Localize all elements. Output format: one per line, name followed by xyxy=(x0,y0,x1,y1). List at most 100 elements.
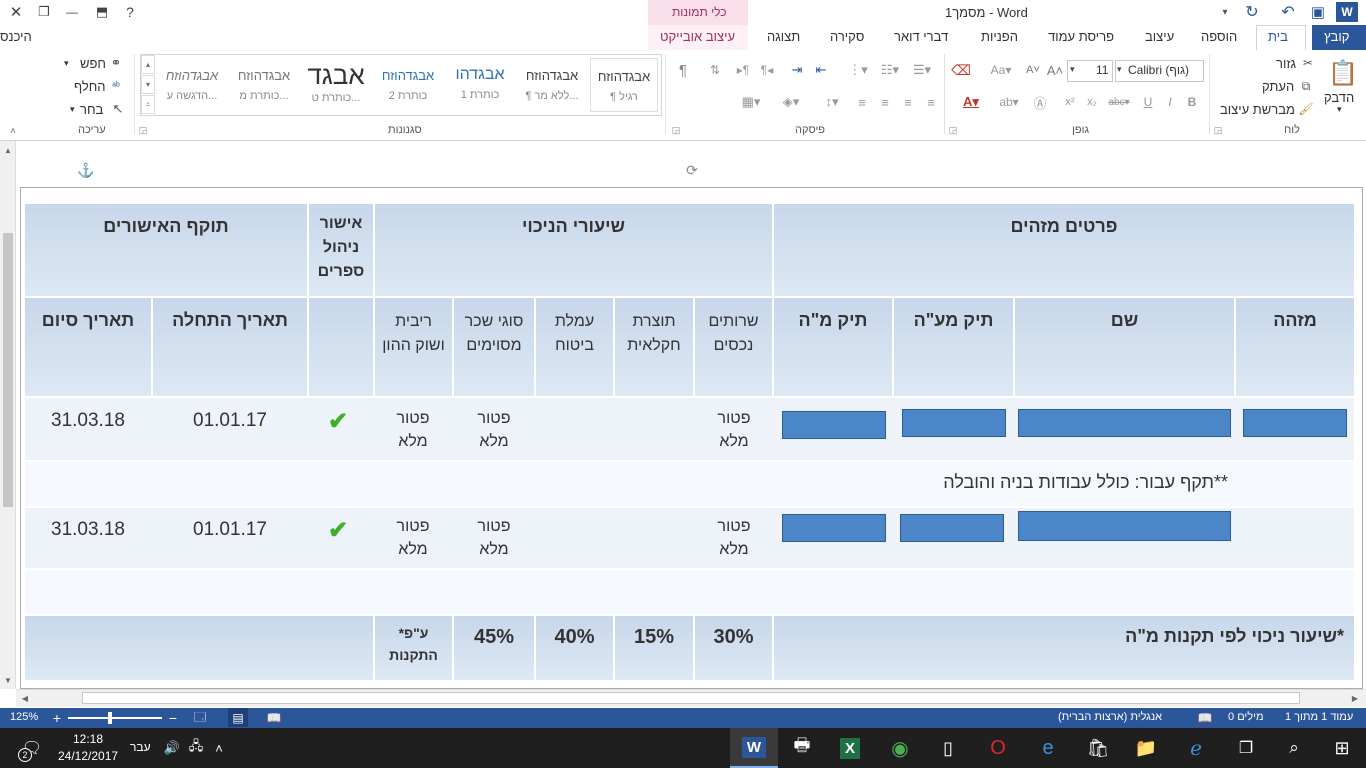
strikethrough-icon[interactable]: abc▾ xyxy=(1104,92,1134,112)
underline-icon[interactable]: U xyxy=(1140,92,1156,112)
tab-design[interactable]: עיצוב xyxy=(1145,29,1174,44)
task-view-icon[interactable]: ❐ xyxy=(1222,728,1270,768)
line-spacing-icon[interactable]: ↕▾ xyxy=(818,92,846,112)
align-center-icon[interactable]: ≡ xyxy=(899,92,917,112)
tab-picture-format[interactable]: עיצוב אובייקט xyxy=(660,29,735,44)
help-icon[interactable]: ? xyxy=(118,2,142,22)
paragraph-launcher-icon[interactable]: ◲ xyxy=(670,124,682,136)
input-language[interactable]: עבר xyxy=(130,740,151,754)
style-no-spacing[interactable]: אבגדהוזח ¶ ללא מר... xyxy=(518,58,586,112)
paste-button[interactable]: הדבק xyxy=(1324,90,1354,105)
grow-font-icon[interactable]: A˄ xyxy=(1046,60,1064,80)
clipboard-launcher-icon[interactable]: ◲ xyxy=(1212,124,1224,136)
tab-review[interactable]: סקירה xyxy=(830,29,864,44)
zoom-slider[interactable] xyxy=(68,717,162,719)
ribbon-display-icon[interactable]: ⬒ xyxy=(90,2,114,22)
windows-start-icon[interactable]: ⊞ xyxy=(1318,728,1366,768)
language-indicator[interactable]: אנגלית (ארצות הברית) xyxy=(1058,711,1162,723)
superscript-icon[interactable]: x² xyxy=(1062,92,1078,112)
search-icon[interactable]: ⌕ xyxy=(1270,728,1318,768)
style-heading2[interactable]: אבגדהוזח כותרת 2 xyxy=(374,58,442,112)
print-layout-icon[interactable]: ▤ xyxy=(228,708,248,727)
copy-button[interactable]: העתק xyxy=(1262,79,1294,94)
document-icon[interactable]: ▯ xyxy=(924,728,972,768)
word-count[interactable]: 0 מילים xyxy=(1228,711,1264,723)
select-arrow-icon[interactable]: ▾ xyxy=(70,104,75,115)
decrease-indent-icon[interactable]: ⇤ xyxy=(811,60,831,80)
paste-arrow-icon[interactable]: ▾ xyxy=(1337,104,1342,115)
styles-scroll-up-icon[interactable]: ▴ xyxy=(141,55,155,74)
style-normal[interactable]: אבגדהוזח ¶ רגיל xyxy=(590,58,658,112)
save-icon[interactable]: ▣ xyxy=(1308,2,1328,22)
rtl-icon[interactable]: ¶◂ xyxy=(757,60,777,80)
multilevel-list-icon[interactable]: ⋮▾ xyxy=(843,60,873,80)
edge-icon[interactable]: ℯ xyxy=(1172,728,1220,768)
justify-icon[interactable]: ≡ xyxy=(853,92,871,112)
rotate-handle-icon[interactable]: ⟳ xyxy=(684,161,700,179)
zoom-slider-thumb[interactable] xyxy=(108,712,112,724)
word-taskbar-icon[interactable]: W xyxy=(730,728,778,768)
clear-formatting-icon[interactable]: ⌫ xyxy=(950,60,972,80)
find-button[interactable]: חפש xyxy=(80,56,106,71)
highlight-icon[interactable]: ab▾ xyxy=(995,92,1023,112)
change-case-icon[interactable]: Aa▾ xyxy=(986,60,1016,80)
paste-icon[interactable]: 📋 xyxy=(1326,56,1360,90)
web-layout-icon[interactable]: 🗔 xyxy=(190,709,210,727)
read-mode-icon[interactable]: 📖 xyxy=(264,709,284,727)
printer-icon[interactable]: 🖶 xyxy=(778,728,826,768)
text-effects-icon[interactable]: Ⓐ xyxy=(1030,92,1050,112)
shrink-font-icon[interactable]: A˅ xyxy=(1024,60,1042,80)
zoom-level[interactable]: 125% xyxy=(10,711,38,723)
network-icon[interactable]: 🖧 xyxy=(186,728,206,768)
sign-in-link[interactable]: היכנס xyxy=(0,29,32,44)
restore-button[interactable]: ❐ xyxy=(32,2,56,22)
cut-button[interactable]: גזור xyxy=(1276,56,1296,71)
scroll-right-icon[interactable]: ▶ xyxy=(1348,691,1362,705)
subscript-icon[interactable]: x₂ xyxy=(1084,92,1100,112)
align-left-icon[interactable]: ≡ xyxy=(876,92,894,112)
shading-icon[interactable]: ◈▾ xyxy=(775,92,807,112)
borders-icon[interactable]: ▦▾ xyxy=(735,92,767,112)
ltr-icon[interactable]: ▸¶ xyxy=(733,60,753,80)
format-painter-button[interactable]: מברשת עיצוב xyxy=(1220,102,1295,117)
styles-more-icon[interactable]: ⩡ xyxy=(141,95,155,114)
select-button[interactable]: בחר xyxy=(80,102,103,117)
styles-scroll-down-icon[interactable]: ▾ xyxy=(141,75,155,94)
volume-icon[interactable]: 🔊 xyxy=(162,728,182,768)
document-area[interactable]: ▲ ▼ ⚓ ⟳ פרטים מזהים שיעורי הניכוי אישור … xyxy=(0,141,1366,689)
font-size-arrow-icon[interactable]: ▾ xyxy=(1070,64,1075,75)
show-marks-icon[interactable]: ¶ xyxy=(673,60,693,80)
close-button[interactable]: ✕ xyxy=(4,2,28,22)
font-name-arrow-icon[interactable]: ▾ xyxy=(1117,64,1122,75)
tab-layout[interactable]: פריסת עמוד xyxy=(1048,29,1114,44)
tab-view[interactable]: תצוגה xyxy=(767,29,800,44)
numbering-icon[interactable]: ☷▾ xyxy=(877,60,903,80)
zoom-in-icon[interactable]: + xyxy=(50,709,64,727)
zoom-out-icon[interactable]: − xyxy=(166,709,180,727)
opera-icon[interactable]: O xyxy=(974,728,1022,768)
replace-button[interactable]: החלף xyxy=(74,79,106,94)
style-subtitle[interactable]: אבגדהוזח כותרת מ... xyxy=(230,58,298,112)
tray-chevron-icon[interactable]: ˄ xyxy=(210,728,228,768)
chrome-icon[interactable]: ◉ xyxy=(876,728,924,768)
bold-icon[interactable]: B xyxy=(1184,92,1200,112)
internet-explorer-icon[interactable]: e xyxy=(1024,728,1072,768)
clock-date[interactable]: 24/12/2017 xyxy=(58,749,118,763)
customize-qat-icon[interactable]: ▾ xyxy=(1218,4,1232,20)
tab-insert[interactable]: הוספה xyxy=(1201,29,1237,44)
excel-icon[interactable]: X xyxy=(826,728,874,768)
style-heading1[interactable]: אבגדהו כותרת 1 xyxy=(446,58,514,112)
scroll-up-icon[interactable]: ▲ xyxy=(0,143,16,157)
proofing-icon[interactable]: 📖 xyxy=(1196,709,1214,727)
undo-icon[interactable]: ↶ xyxy=(1278,2,1298,22)
scroll-left-icon[interactable]: ◀ xyxy=(18,691,32,705)
tab-references[interactable]: הפניות xyxy=(981,29,1018,44)
style-subtle-emphasis[interactable]: אבגדהוזח הדגשה ע... xyxy=(158,58,226,112)
store-icon[interactable]: 🛍 xyxy=(1074,728,1122,768)
h-scroll-thumb[interactable] xyxy=(82,692,1300,704)
align-right-icon[interactable]: ≡ xyxy=(922,92,940,112)
word-icon[interactable]: W xyxy=(1336,2,1358,22)
increase-indent-icon[interactable]: ⇥ xyxy=(787,60,807,80)
bullets-icon[interactable]: ☰▾ xyxy=(905,60,939,80)
tab-mailings[interactable]: דברי דואר xyxy=(894,29,948,44)
